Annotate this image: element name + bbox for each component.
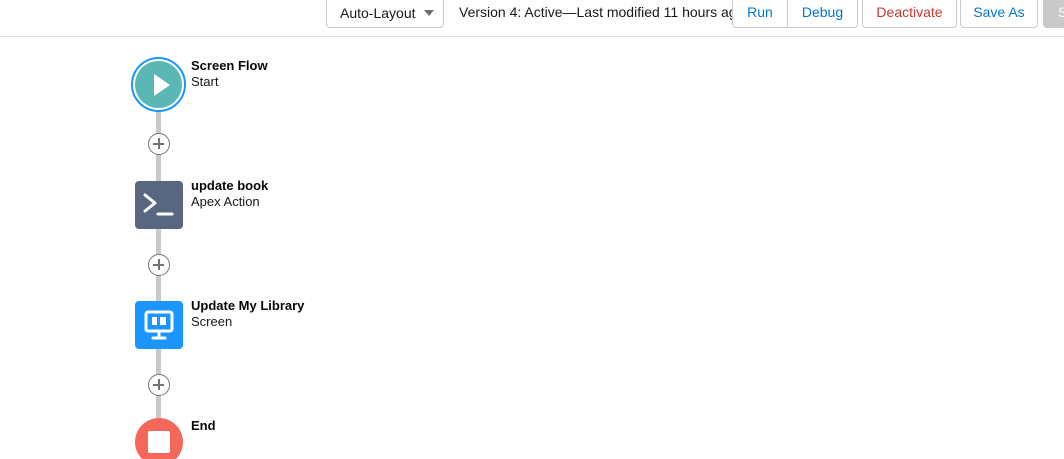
- layout-select[interactable]: Auto-Layout: [326, 0, 444, 28]
- end-node-title: End: [191, 418, 216, 433]
- screen-node-subtitle: Screen: [191, 314, 233, 329]
- deactivate-button[interactable]: Deactivate: [862, 0, 957, 28]
- start-node-title: Screen Flow: [191, 58, 268, 73]
- add-element-button[interactable]: [148, 374, 170, 396]
- screen-icon: [144, 310, 174, 340]
- chevron-down-icon: [424, 10, 434, 16]
- apex-node-subtitle: Apex Action: [191, 194, 260, 209]
- stop-icon: [148, 431, 170, 453]
- start-node-circle: [135, 61, 182, 108]
- start-node-subtitle: Start: [191, 74, 219, 89]
- debug-button[interactable]: Debug: [787, 0, 858, 28]
- toolbar: Auto-Layout Version 4: Active—Last modif…: [0, 0, 1064, 37]
- run-button[interactable]: Run: [732, 0, 788, 28]
- apex-node-title: update book: [191, 178, 269, 193]
- save-button[interactable]: S: [1043, 0, 1064, 28]
- play-icon: [154, 74, 170, 96]
- screen-node[interactable]: [135, 301, 183, 349]
- start-node[interactable]: [131, 57, 186, 112]
- screen-node-title: Update My Library: [191, 298, 305, 313]
- flow-builder: Auto-Layout Version 4: Active—Last modif…: [0, 0, 1064, 459]
- layout-select-value: Auto-Layout: [340, 5, 416, 21]
- end-node[interactable]: [135, 418, 183, 459]
- add-element-button[interactable]: [148, 133, 170, 155]
- save-as-button[interactable]: Save As: [960, 0, 1038, 28]
- version-status: Version 4: Active—Last modified 11 hours…: [459, 4, 745, 20]
- apex-action-node[interactable]: [135, 181, 183, 229]
- apex-icon: [143, 193, 174, 216]
- add-element-button[interactable]: [148, 254, 170, 276]
